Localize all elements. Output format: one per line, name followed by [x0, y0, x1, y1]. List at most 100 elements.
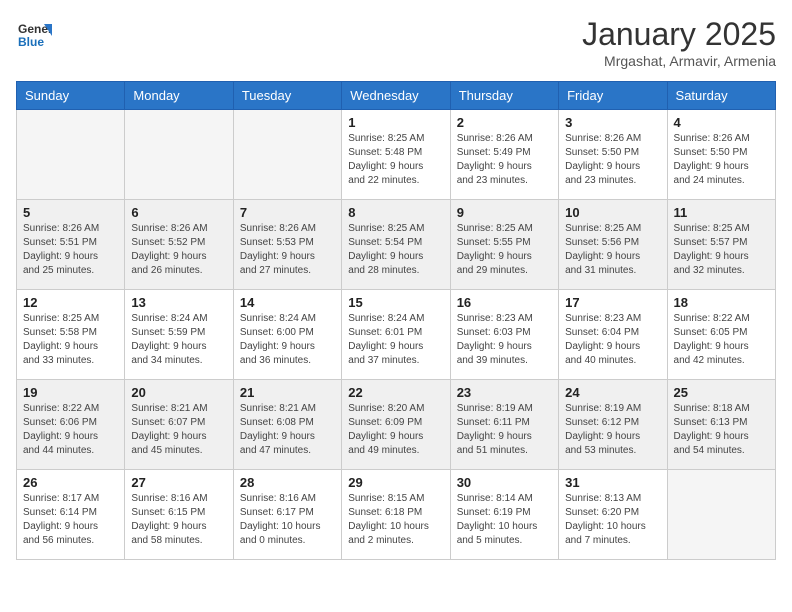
- day-info: Sunrise: 8:24 AM Sunset: 6:00 PM Dayligh…: [240, 312, 335, 368]
- weekday-header-wednesday: Wednesday: [342, 82, 450, 110]
- weekday-header-row: SundayMondayTuesdayWednesdayThursdayFrid…: [17, 82, 776, 110]
- calendar-cell: 7Sunrise: 8:26 AM Sunset: 5:53 PM Daylig…: [233, 200, 341, 290]
- day-info: Sunrise: 8:26 AM Sunset: 5:53 PM Dayligh…: [240, 222, 335, 278]
- calendar-cell: 4 Sunrise: 8:26 AM Sunset: 5:50 PM Daylig…: [667, 110, 775, 200]
- day-number: 27: [131, 475, 226, 490]
- weekday-header-monday: Monday: [125, 82, 233, 110]
- weekday-header-sunday: Sunday: [17, 82, 125, 110]
- calendar-cell: 27 Sunrise: 8:16 AM Sunset: 6:15 PM Dayli…: [125, 470, 233, 560]
- calendar-cell: 29 Sunrise: 8:15 AM Sunset: 6:18 PM Dayli…: [342, 470, 450, 560]
- day-number: 24: [565, 385, 660, 400]
- logo: General Blue General Blue: [16, 16, 52, 52]
- logo-icon: General Blue: [16, 16, 52, 52]
- calendar-table: SundayMondayTuesdayWednesdayThursdayFrid…: [16, 81, 776, 560]
- day-info: Sunrise: 8:21 AM Sunset: 6:07 PM Dayligh…: [131, 402, 226, 458]
- day-info: Sunrise: 8:13 AM Sunset: 6:20 PM Dayligh…: [565, 492, 660, 548]
- calendar-cell: 16 Sunrise: 8:23 AM Sunset: 6:03 PM Dayli…: [450, 290, 558, 380]
- day-info: Sunrise: 8:21 AM Sunset: 6:08 PM Dayligh…: [240, 402, 335, 458]
- calendar-cell: 11 Sunrise: 8:25 AM Sunset: 5:57 PM Dayli…: [667, 200, 775, 290]
- day-info: Sunrise: 8:14 AM Sunset: 6:19 PM Dayligh…: [457, 492, 552, 548]
- calendar-cell: 19Sunrise: 8:22 AM Sunset: 6:06 PM Dayli…: [17, 380, 125, 470]
- calendar-cell: 17Sunrise: 8:23 AM Sunset: 6:04 PM Dayli…: [559, 290, 667, 380]
- calendar-cell: 6Sunrise: 8:26 AM Sunset: 5:52 PM Daylig…: [125, 200, 233, 290]
- day-number: 21: [240, 385, 335, 400]
- calendar-cell: 14 Sunrise: 8:24 AM Sunset: 6:00 PM Dayli…: [233, 290, 341, 380]
- day-number: 2: [457, 115, 552, 130]
- day-number: 18: [674, 295, 769, 310]
- day-info: Sunrise: 8:26 AM Sunset: 5:50 PM Dayligh…: [565, 132, 660, 188]
- calendar-cell: 1 Sunrise: 8:25 AM Sunset: 5:48 PM Daylig…: [342, 110, 450, 200]
- calendar-cell: [125, 110, 233, 200]
- calendar-cell: 25 Sunrise: 8:18 AM Sunset: 6:13 PM Dayli…: [667, 380, 775, 470]
- calendar-week-row: 19Sunrise: 8:22 AM Sunset: 6:06 PM Dayli…: [17, 380, 776, 470]
- day-number: 14: [240, 295, 335, 310]
- day-number: 23: [457, 385, 552, 400]
- day-info: Sunrise: 8:25 AM Sunset: 5:48 PM Dayligh…: [348, 132, 443, 188]
- calendar-cell: 9 Sunrise: 8:25 AM Sunset: 5:55 PM Daylig…: [450, 200, 558, 290]
- title-block: January 2025 Mrgashat, Armavir, Armenia: [582, 16, 776, 69]
- day-info: Sunrise: 8:23 AM Sunset: 6:03 PM Dayligh…: [457, 312, 552, 368]
- day-info: Sunrise: 8:26 AM Sunset: 5:51 PM Dayligh…: [23, 222, 118, 278]
- calendar-cell: 31Sunrise: 8:13 AM Sunset: 6:20 PM Dayli…: [559, 470, 667, 560]
- weekday-header-saturday: Saturday: [667, 82, 775, 110]
- day-info: Sunrise: 8:25 AM Sunset: 5:57 PM Dayligh…: [674, 222, 769, 278]
- day-number: 13: [131, 295, 226, 310]
- calendar-cell: 30 Sunrise: 8:14 AM Sunset: 6:19 PM Dayli…: [450, 470, 558, 560]
- day-number: 5: [23, 205, 118, 220]
- calendar-week-row: 26 Sunrise: 8:17 AM Sunset: 6:14 PM Dayli…: [17, 470, 776, 560]
- day-info: Sunrise: 8:24 AM Sunset: 5:59 PM Dayligh…: [131, 312, 226, 368]
- day-number: 22: [348, 385, 443, 400]
- calendar-cell: 5 Sunrise: 8:26 AM Sunset: 5:51 PM Daylig…: [17, 200, 125, 290]
- day-number: 10: [565, 205, 660, 220]
- day-number: 8: [348, 205, 443, 220]
- day-info: Sunrise: 8:25 AM Sunset: 5:58 PM Dayligh…: [23, 312, 118, 368]
- day-number: 6: [131, 205, 226, 220]
- day-number: 19: [23, 385, 118, 400]
- day-info: Sunrise: 8:17 AM Sunset: 6:14 PM Dayligh…: [23, 492, 118, 548]
- calendar-cell: 3Sunrise: 8:26 AM Sunset: 5:50 PM Daylig…: [559, 110, 667, 200]
- page-header: General Blue General Blue January 2025 M…: [16, 16, 776, 69]
- day-number: 16: [457, 295, 552, 310]
- day-number: 20: [131, 385, 226, 400]
- calendar-cell: 10Sunrise: 8:25 AM Sunset: 5:56 PM Dayli…: [559, 200, 667, 290]
- day-number: 29: [348, 475, 443, 490]
- location-title: Mrgashat, Armavir, Armenia: [582, 53, 776, 69]
- day-number: 1: [348, 115, 443, 130]
- day-info: Sunrise: 8:24 AM Sunset: 6:01 PM Dayligh…: [348, 312, 443, 368]
- calendar-cell: 28Sunrise: 8:16 AM Sunset: 6:17 PM Dayli…: [233, 470, 341, 560]
- calendar-week-row: 12Sunrise: 8:25 AM Sunset: 5:58 PM Dayli…: [17, 290, 776, 380]
- day-number: 15: [348, 295, 443, 310]
- calendar-cell: 2 Sunrise: 8:26 AM Sunset: 5:49 PM Daylig…: [450, 110, 558, 200]
- calendar-cell: [667, 470, 775, 560]
- calendar-cell: 23Sunrise: 8:19 AM Sunset: 6:11 PM Dayli…: [450, 380, 558, 470]
- day-number: 11: [674, 205, 769, 220]
- day-number: 26: [23, 475, 118, 490]
- calendar-cell: 24 Sunrise: 8:19 AM Sunset: 6:12 PM Dayli…: [559, 380, 667, 470]
- day-info: Sunrise: 8:26 AM Sunset: 5:50 PM Dayligh…: [674, 132, 769, 188]
- day-number: 30: [457, 475, 552, 490]
- day-info: Sunrise: 8:25 AM Sunset: 5:54 PM Dayligh…: [348, 222, 443, 278]
- day-info: Sunrise: 8:18 AM Sunset: 6:13 PM Dayligh…: [674, 402, 769, 458]
- day-info: Sunrise: 8:16 AM Sunset: 6:15 PM Dayligh…: [131, 492, 226, 548]
- day-info: Sunrise: 8:20 AM Sunset: 6:09 PM Dayligh…: [348, 402, 443, 458]
- day-number: 25: [674, 385, 769, 400]
- day-info: Sunrise: 8:16 AM Sunset: 6:17 PM Dayligh…: [240, 492, 335, 548]
- weekday-header-friday: Friday: [559, 82, 667, 110]
- day-number: 9: [457, 205, 552, 220]
- calendar-cell: 21 Sunrise: 8:21 AM Sunset: 6:08 PM Dayli…: [233, 380, 341, 470]
- day-info: Sunrise: 8:15 AM Sunset: 6:18 PM Dayligh…: [348, 492, 443, 548]
- calendar-cell: 13 Sunrise: 8:24 AM Sunset: 5:59 PM Dayli…: [125, 290, 233, 380]
- calendar-week-row: 1 Sunrise: 8:25 AM Sunset: 5:48 PM Daylig…: [17, 110, 776, 200]
- calendar-cell: 12Sunrise: 8:25 AM Sunset: 5:58 PM Dayli…: [17, 290, 125, 380]
- day-info: Sunrise: 8:25 AM Sunset: 5:55 PM Dayligh…: [457, 222, 552, 278]
- day-info: Sunrise: 8:22 AM Sunset: 6:05 PM Dayligh…: [674, 312, 769, 368]
- day-info: Sunrise: 8:19 AM Sunset: 6:12 PM Dayligh…: [565, 402, 660, 458]
- weekday-header-tuesday: Tuesday: [233, 82, 341, 110]
- calendar-week-row: 5 Sunrise: 8:26 AM Sunset: 5:51 PM Daylig…: [17, 200, 776, 290]
- svg-text:Blue: Blue: [18, 35, 44, 49]
- day-info: Sunrise: 8:26 AM Sunset: 5:49 PM Dayligh…: [457, 132, 552, 188]
- day-number: 4: [674, 115, 769, 130]
- calendar-cell: 22 Sunrise: 8:20 AM Sunset: 6:09 PM Dayli…: [342, 380, 450, 470]
- day-info: Sunrise: 8:23 AM Sunset: 6:04 PM Dayligh…: [565, 312, 660, 368]
- weekday-header-thursday: Thursday: [450, 82, 558, 110]
